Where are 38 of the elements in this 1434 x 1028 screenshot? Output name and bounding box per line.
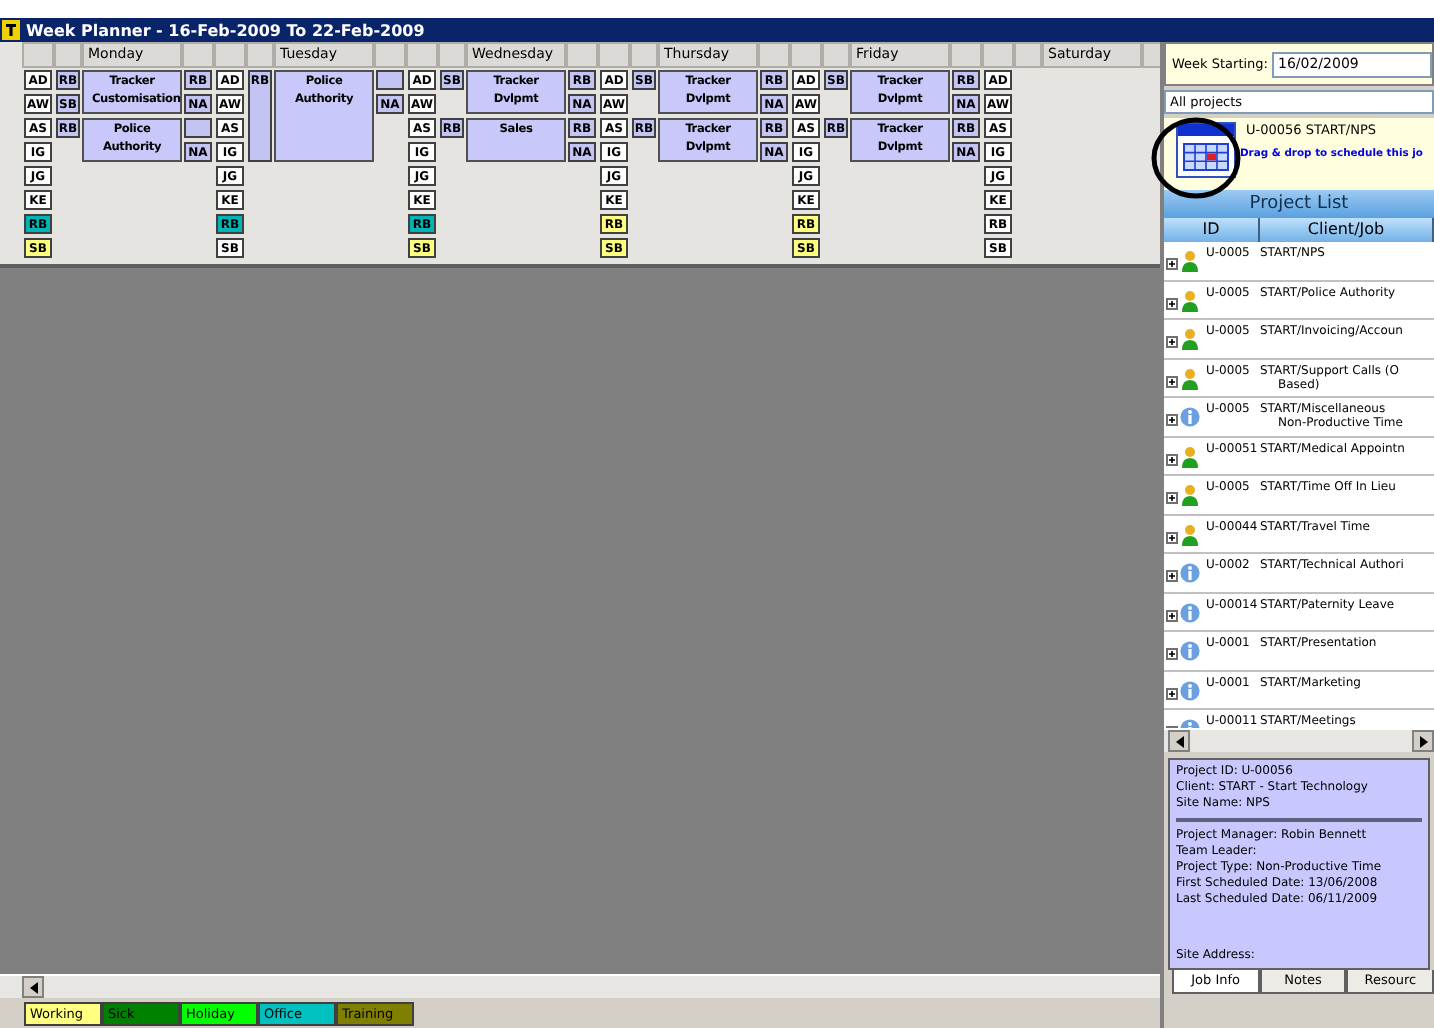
person-icon xyxy=(1180,445,1200,467)
app-icon xyxy=(2,20,20,40)
info-icon xyxy=(1180,406,1200,428)
person-icon xyxy=(1180,289,1200,311)
scroll-right-icon xyxy=(1419,735,1427,747)
info-icon xyxy=(1180,640,1200,662)
person-icon xyxy=(1180,523,1200,545)
person-icon xyxy=(1180,328,1200,350)
expand-icon[interactable] xyxy=(1166,258,1178,270)
person-icon xyxy=(1180,484,1200,506)
expand-icon[interactable] xyxy=(1166,687,1178,699)
scroll-left-icon xyxy=(29,981,37,993)
expand-icon[interactable] xyxy=(1166,609,1178,621)
empty-slot[interactable] xyxy=(376,70,404,90)
horizontal-scrollbar[interactable] xyxy=(0,974,1160,998)
info-icon xyxy=(1180,562,1200,584)
window-title: Week Planner - 16-Feb-2009 To 22-Feb-2009 xyxy=(26,21,425,39)
expand-icon[interactable] xyxy=(1166,297,1178,309)
person-icon xyxy=(1180,250,1200,272)
expand-icon[interactable] xyxy=(1166,570,1178,582)
column-header[interactable]: Client/Job xyxy=(1260,218,1434,242)
info-icon xyxy=(1180,601,1200,623)
annotation-circle xyxy=(1151,117,1241,199)
expand-icon[interactable] xyxy=(1166,336,1178,348)
expand-icon[interactable] xyxy=(1166,648,1178,660)
expand-icon[interactable] xyxy=(1166,375,1178,387)
expand-icon[interactable] xyxy=(1166,453,1178,465)
calendar-icon[interactable] xyxy=(1176,122,1236,178)
column-header[interactable]: ID xyxy=(1164,218,1260,242)
expand-icon[interactable] xyxy=(1166,414,1178,426)
info-icon xyxy=(1180,679,1200,701)
person-icon xyxy=(1180,367,1200,389)
expand-icon[interactable] xyxy=(1166,531,1178,543)
expand-icon[interactable] xyxy=(1166,492,1178,504)
project-list-title: Project List xyxy=(1164,190,1434,218)
horizontal-scrollbar[interactable] xyxy=(1164,728,1434,752)
empty-slot[interactable] xyxy=(184,118,212,138)
scroll-left-icon xyxy=(1175,735,1183,747)
